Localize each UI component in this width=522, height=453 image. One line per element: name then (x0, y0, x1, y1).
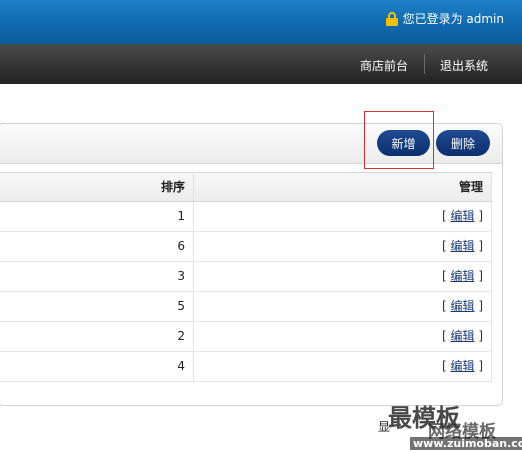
table-row: 6 [ 编辑 ] (0, 232, 492, 262)
logout-link[interactable]: 退出系统 (440, 57, 488, 74)
nav-divider (424, 54, 425, 74)
manage-cell: [ 编辑 ] (194, 202, 492, 231)
sort-cell: 1 (0, 202, 194, 231)
top-header: 您已登录为 admin (0, 0, 522, 44)
column-header-sort[interactable]: 排序 (0, 173, 194, 201)
manage-cell: [ 编辑 ] (194, 232, 492, 261)
sort-cell: 2 (0, 322, 194, 351)
table-row: 3 [ 编辑 ] (0, 262, 492, 292)
sort-cell: 3 (0, 262, 194, 291)
store-front-link[interactable]: 商店前台 (360, 57, 408, 74)
sort-cell: 6 (0, 232, 194, 261)
login-status: 您已登录为 admin (385, 10, 504, 27)
watermark-url: www.zuimoban.com (410, 437, 522, 450)
highlight-box (364, 111, 434, 169)
manage-cell: [ 编辑 ] (194, 262, 492, 291)
manage-cell: [ 编辑 ] (194, 352, 492, 381)
table-row: 2 [ 编辑 ] (0, 322, 492, 352)
table-row: 4 [ 编辑 ] (0, 352, 492, 382)
edit-link[interactable]: 编辑 (450, 209, 474, 223)
delete-button[interactable]: 删除 (436, 130, 490, 156)
table-row: 1 [ 编辑 ] (0, 202, 492, 232)
edit-link[interactable]: 编辑 (450, 269, 474, 283)
edit-link[interactable]: 编辑 (450, 329, 474, 343)
edit-link[interactable]: 编辑 (450, 359, 474, 373)
nav-bar: 商店前台 退出系统 (0, 44, 522, 84)
login-text: 您已登录为 admin (402, 12, 504, 26)
lock-icon (385, 11, 398, 26)
table-row: 5 [ 编辑 ] (0, 292, 492, 322)
sort-cell: 4 (0, 352, 194, 381)
edit-link[interactable]: 编辑 (450, 239, 474, 253)
sort-cell: 5 (0, 292, 194, 321)
edit-link[interactable]: 编辑 (450, 299, 474, 313)
table-header: 排序 管理 (0, 172, 492, 202)
column-header-manage: 管理 (194, 173, 492, 201)
manage-cell: [ 编辑 ] (194, 292, 492, 321)
manage-cell: [ 编辑 ] (194, 322, 492, 351)
